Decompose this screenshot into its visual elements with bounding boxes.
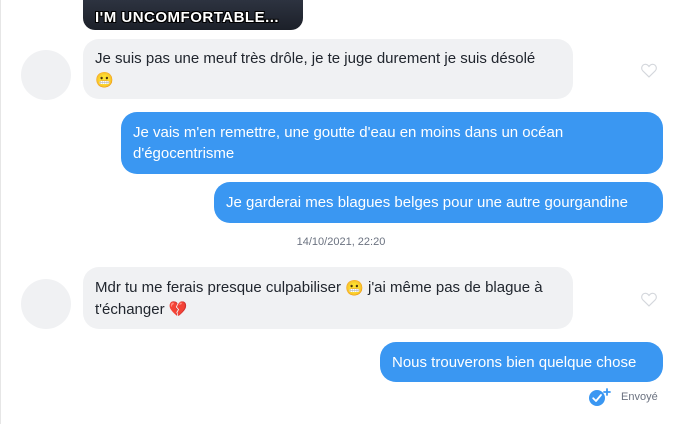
message-bubble-sent: Je garderai mes blagues belges pour une … — [214, 182, 663, 223]
gif-caption: I'M UNCOMFORTABLE... — [95, 9, 280, 26]
sent-check-icon — [589, 388, 611, 406]
like-heart-icon[interactable] — [640, 62, 658, 78]
message-text: Je suis pas une meuf très drôle, je te j… — [95, 50, 536, 67]
grimacing-emoji-icon: 😬 — [95, 71, 114, 89]
message-text: Je garderai mes blagues belges pour une … — [226, 194, 628, 211]
avatar[interactable] — [21, 279, 71, 329]
status-label: Envoyé — [621, 391, 658, 403]
gif-message[interactable]: I'M UNCOMFORTABLE... — [83, 0, 303, 30]
message-text: Je vais m'en remettre, une goutte d'eau … — [133, 124, 564, 162]
grimacing-emoji-icon: 😬 — [345, 279, 364, 297]
conversation-border — [0, 0, 1, 424]
like-heart-icon[interactable] — [640, 291, 658, 307]
message-bubble-sent: Nous trouverons bien quelque chose — [380, 342, 663, 382]
broken-heart-emoji-icon: 💔 — [168, 301, 188, 319]
message-text: Nous trouverons bien quelque chose — [392, 354, 637, 371]
message-bubble-sent: Je vais m'en remettre, une goutte d'eau … — [121, 112, 663, 174]
message-bubble-received: Mdr tu me ferais presque culpabiliser 😬 … — [83, 267, 573, 329]
message-status: Envoyé — [588, 388, 658, 406]
avatar[interactable] — [21, 50, 71, 100]
message-bubble-received: Je suis pas une meuf très drôle, je te j… — [83, 39, 573, 99]
message-timestamp: 14/10/2021, 22:20 — [296, 236, 386, 248]
message-text: Mdr tu me ferais presque culpabiliser — [95, 279, 341, 296]
